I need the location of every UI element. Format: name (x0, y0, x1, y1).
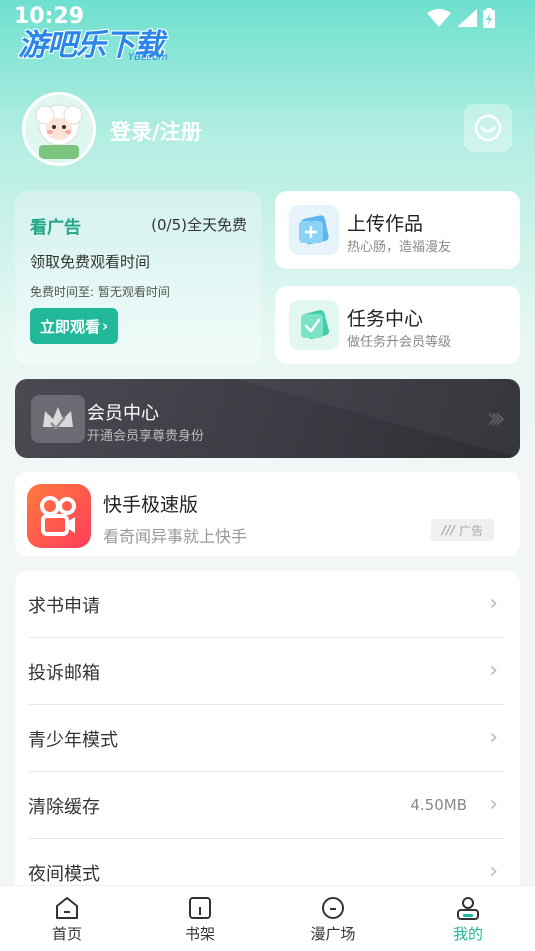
ad-card-count: (0/5)全天免费 (151, 216, 247, 234)
ad-card-time: 免费时间至: 暂无观看时间 (30, 285, 170, 299)
menu-item-label: 投诉邮箱 (28, 663, 100, 684)
cache-size-value: 4.50MB (410, 796, 467, 814)
menu-item-book-request[interactable]: 求书申请 › (15, 571, 520, 638)
wifi-icon (427, 9, 451, 27)
status-icons (427, 8, 495, 28)
crown-icon (31, 395, 85, 443)
ad-reward-card: 看广告 (0/5)全天免费 领取免费观看时间 免费时间至: 暂无观看时间 立即观… (15, 191, 261, 364)
avatar[interactable] (22, 92, 96, 166)
chevron-right-icon: › (489, 859, 498, 884)
watermark-sub: YBLcom (128, 52, 168, 63)
chevron-right-icon: › (489, 591, 498, 616)
profile-icon (457, 897, 479, 920)
tab-manga-square[interactable]: 漫广场 (288, 886, 378, 951)
tab-mine[interactable]: 我的 (423, 886, 513, 951)
task-icon (289, 300, 339, 350)
login-register-link[interactable]: 登录/注册 (110, 116, 202, 146)
vip-title: 会员中心 (87, 403, 159, 424)
message-icon (474, 114, 502, 142)
tab-label: 首页 (51, 925, 82, 943)
upload-title: 上传作品 (347, 213, 424, 235)
menu-item-complaint-email[interactable]: 投诉邮箱 › (15, 638, 520, 705)
menu-item-label: 青少年模式 (28, 730, 118, 751)
app-ad-sub: 看奇闻异事就上快手 (103, 527, 248, 546)
message-button[interactable] (464, 104, 512, 152)
sheep-avatar-icon (35, 104, 83, 159)
tab-label: 漫广场 (310, 925, 356, 943)
watch-now-label: 立即观看 (40, 317, 101, 336)
task-sub: 做任务升会员等级 (347, 335, 452, 350)
tab-label: 我的 (452, 925, 483, 943)
ad-card-title: 看广告 (30, 218, 81, 238)
menu-item-label: 求书申请 (28, 596, 100, 617)
ad-badge-label: 广告 (459, 523, 484, 538)
chevron-right-icon: › (102, 317, 109, 335)
tab-bookshelf[interactable]: 书架 (155, 886, 245, 951)
watch-now-button[interactable]: 立即观看 › (30, 308, 119, 344)
chevron-right-icon: › (489, 725, 498, 750)
signal-icon (457, 9, 477, 27)
kuaishou-app-icon (27, 484, 91, 548)
ad-card-desc: 领取免费观看时间 (30, 253, 151, 271)
tab-label: 书架 (184, 925, 215, 943)
chevron-right-icon: › (489, 658, 498, 683)
task-center-card[interactable]: 任务中心 做任务升会员等级 (275, 286, 520, 364)
app-ad-banner[interactable]: 快手极速版 看奇闻异事就上快手 /// 广告 (15, 472, 520, 556)
menu-item-label: 夜间模式 (28, 864, 100, 885)
settings-menu: 求书申请 › 投诉邮箱 › 青少年模式 › 清除缓存 4.50MB › 夜间模式… (15, 571, 520, 901)
battery-icon (483, 8, 495, 28)
vip-sub: 开通会员享尊贵身份 (87, 429, 205, 444)
home-icon (56, 897, 78, 919)
menu-item-clear-cache[interactable]: 清除缓存 4.50MB › (15, 772, 520, 839)
upload-sub: 热心肠，造福漫友 (347, 240, 452, 255)
triple-chevron-icon: ››› (486, 401, 506, 436)
menu-item-label: 清除缓存 (28, 797, 100, 818)
bookshelf-icon (189, 897, 211, 919)
vip-center-card[interactable]: 会员中心 开通会员享尊贵身份 ››› (15, 379, 520, 458)
tab-home[interactable]: 首页 (22, 886, 112, 951)
task-title: 任务中心 (347, 308, 424, 330)
bottom-tab-bar: 首页 书架 漫广场 我的 (0, 885, 535, 951)
ad-badge: /// 广告 (431, 519, 494, 541)
upload-icon (289, 205, 339, 255)
app-ad-title: 快手极速版 (103, 494, 199, 516)
menu-item-teen-mode[interactable]: 青少年模式 › (15, 705, 520, 772)
square-icon (322, 897, 344, 919)
upload-works-card[interactable]: 上传作品 热心肠，造福漫友 (275, 191, 520, 269)
ad-logo-icon: /// (441, 523, 456, 537)
chevron-right-icon: › (489, 792, 498, 817)
